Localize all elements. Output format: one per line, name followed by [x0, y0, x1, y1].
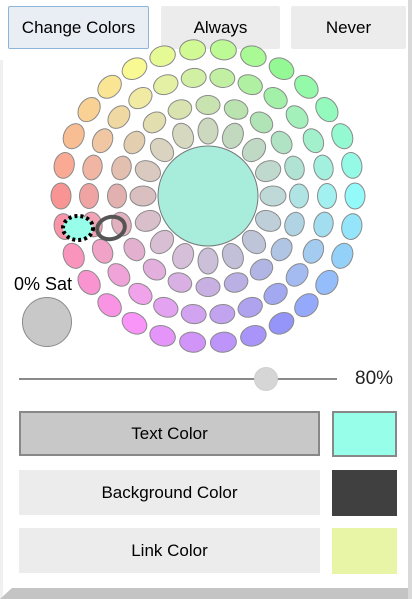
wheel-color-cell[interactable]	[179, 38, 207, 61]
wheel-color-cell[interactable]	[147, 43, 178, 70]
saturation-label: 0% Sat	[14, 274, 73, 294]
wheel-color-cell[interactable]	[180, 303, 207, 325]
wheel-color-cell[interactable]	[339, 151, 364, 181]
wheel-color-cell[interactable]	[59, 120, 88, 152]
wheel-color-cell[interactable]	[259, 185, 287, 207]
wheel-color-cell[interactable]	[282, 101, 313, 132]
wheel-color-cell[interactable]	[120, 127, 149, 158]
wheel-color-cell[interactable]	[118, 54, 151, 84]
wheel-color-cell[interactable]	[118, 308, 151, 338]
brightness-value: 80%	[355, 368, 394, 389]
wheel-color-cell[interactable]	[125, 83, 156, 113]
wheel-color-cell[interactable]	[282, 259, 313, 290]
background-color-button[interactable]: Background Color	[19, 470, 320, 515]
wheel-color-cell[interactable]	[109, 154, 134, 183]
wheel-color-cell[interactable]	[120, 234, 149, 265]
wheel-color-cell[interactable]	[179, 331, 207, 354]
wheel-color-cell[interactable]	[238, 43, 269, 70]
wheel-color-cell[interactable]	[209, 303, 236, 325]
wheel-color-cell[interactable]	[311, 93, 342, 126]
wheel-color-cell[interactable]	[252, 157, 284, 185]
wheel-color-cell[interactable]	[197, 117, 219, 145]
text-color-button[interactable]: Text Color	[19, 411, 320, 456]
wheel-color-cell[interactable]	[151, 294, 181, 321]
wheel-color-cell[interactable]	[104, 101, 135, 132]
wheel-color-cell[interactable]	[147, 322, 178, 349]
wheel-color-cell[interactable]	[238, 322, 269, 349]
brightness-slider-thumb[interactable]	[254, 367, 279, 391]
wheel-color-cell[interactable]	[311, 153, 335, 182]
wheel-color-cell[interactable]	[290, 71, 323, 103]
wheel-color-cell[interactable]	[197, 247, 219, 275]
selected-color-cell[interactable]	[61, 214, 95, 242]
wheel-color-cell[interactable]	[107, 183, 127, 209]
wheel-color-cell[interactable]	[180, 67, 207, 89]
wheel-color-cell[interactable]	[80, 153, 104, 182]
wheel-color-cell[interactable]	[79, 183, 99, 209]
wheel-color-cell[interactable]	[260, 279, 291, 309]
wheel-color-cell[interactable]	[265, 54, 298, 84]
wheel-color-cell[interactable]	[52, 151, 77, 181]
background-color-swatch[interactable]	[332, 470, 397, 516]
wheel-color-cell[interactable]	[93, 71, 126, 103]
link-color-swatch[interactable]	[332, 528, 397, 574]
wheel-color-cell[interactable]	[260, 83, 291, 113]
wheel-color-cell[interactable]	[209, 331, 237, 354]
wheel-color-cell[interactable]	[222, 270, 251, 295]
panel-bottom-edge	[0, 588, 408, 599]
wheel-color-cell[interactable]	[139, 255, 170, 284]
wheel-color-cell[interactable]	[282, 210, 307, 239]
wheel-color-cell[interactable]	[219, 240, 247, 272]
wheel-color-cell[interactable]	[166, 97, 195, 122]
wheel-color-cell[interactable]	[282, 154, 307, 183]
wheel-color-cell[interactable]	[339, 212, 364, 242]
wheel-color-cell[interactable]	[151, 71, 181, 98]
wheel-color-cell[interactable]	[299, 236, 327, 267]
wheel-color-cell[interactable]	[129, 185, 157, 207]
saturation-swatch[interactable]	[22, 297, 72, 347]
wheel-color-cell[interactable]	[290, 289, 323, 321]
wheel-color-cell[interactable]	[195, 95, 221, 115]
wheel-color-cell[interactable]	[311, 210, 335, 239]
wheel-color-cell[interactable]	[219, 120, 247, 152]
wheel-color-cell[interactable]	[289, 183, 309, 209]
wheel-color-cell[interactable]	[166, 270, 195, 295]
brightness-slider-track[interactable]	[19, 378, 337, 380]
wheel-color-cell[interactable]	[209, 67, 236, 89]
wheel-color-cell[interactable]	[93, 289, 126, 321]
wheel-color-cell[interactable]	[132, 157, 164, 185]
wheel-color-cell[interactable]	[246, 255, 277, 284]
text-color-swatch[interactable]	[332, 411, 397, 457]
wheel-color-cell[interactable]	[59, 240, 88, 272]
wheel-color-cell[interactable]	[235, 71, 265, 98]
wheel-color-cell[interactable]	[139, 108, 170, 137]
wheel-color-cell[interactable]	[299, 125, 327, 156]
wheel-color-cell[interactable]	[267, 127, 296, 158]
wheel-color-cell[interactable]	[104, 259, 135, 290]
wheel-color-cell[interactable]	[267, 234, 296, 265]
wheel-color-cell[interactable]	[73, 266, 104, 299]
wheel-color-cell[interactable]	[328, 120, 357, 152]
wheel-color-cell[interactable]	[125, 279, 156, 309]
wheel-color-cell[interactable]	[252, 207, 284, 235]
wheel-color-cell[interactable]	[265, 308, 298, 338]
wheel-color-cell[interactable]	[73, 93, 104, 126]
wheel-color-cell[interactable]	[344, 182, 366, 210]
wheel-color-cell[interactable]	[311, 266, 342, 299]
wheel-color-cell[interactable]	[222, 97, 251, 122]
wheel-color-cell[interactable]	[195, 277, 221, 297]
wheel-color-cell[interactable]	[328, 240, 357, 272]
wheel-color-cell[interactable]	[209, 38, 237, 61]
wheel-color-cell[interactable]	[246, 108, 277, 137]
wheel-center-preview[interactable]	[157, 145, 259, 247]
wheel-color-cell[interactable]	[88, 125, 116, 156]
wheel-color-cell[interactable]	[50, 182, 72, 210]
wheel-color-cell[interactable]	[169, 240, 197, 272]
wheel-color-cell[interactable]	[317, 183, 337, 209]
wheel-color-cell[interactable]	[235, 294, 265, 321]
wheel-color-cell[interactable]	[169, 120, 197, 152]
link-color-button[interactable]: Link Color	[19, 528, 320, 573]
wheel-color-cell[interactable]	[132, 207, 164, 235]
